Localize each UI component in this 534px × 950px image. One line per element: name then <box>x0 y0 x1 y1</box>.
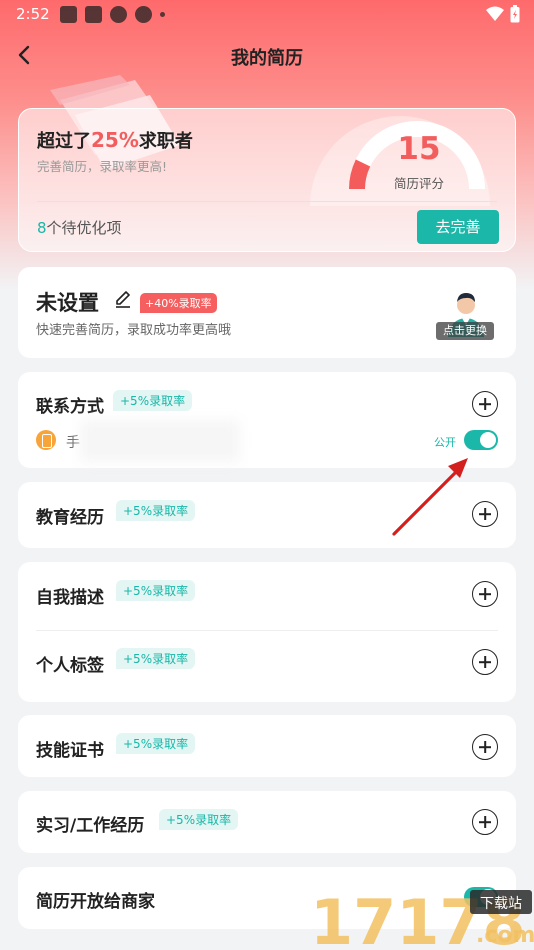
profile-rate-badge: +40%录取率 <box>140 293 217 313</box>
add-self-description-button[interactable] <box>472 581 498 607</box>
pending-label: 个待优化项 <box>46 219 122 237</box>
profile-name: 未设置 <box>36 291 99 315</box>
certificates-rate-badge: +5%录取率 <box>116 733 196 754</box>
education-title: 教育经历 <box>36 508 104 528</box>
blurred-phone <box>80 420 240 462</box>
notification-app-icon <box>135 6 152 23</box>
tags-rate-badge: +5%录取率 <box>116 648 196 669</box>
work-title: 实习/工作经历 <box>36 816 145 836</box>
site-watermark: 17178 下载站 .com <box>310 886 534 950</box>
open-to-merchants-title: 简历开放给商家 <box>36 892 155 912</box>
tags-title: 个人标签 <box>36 656 104 676</box>
profile-card[interactable]: 未设置 +40%录取率 快速完善简历，录取成功率更高哦 点击更换 <box>18 267 516 358</box>
notification-app-icon <box>60 6 77 23</box>
resume-score-label: 简历评分 <box>393 176 444 191</box>
contact-title: 联系方式 <box>36 397 104 417</box>
system-icons <box>486 5 520 23</box>
rank-percent: 25% <box>91 128 139 152</box>
rank-subtitle: 完善简历，录取率更高! <box>37 159 168 174</box>
work-rate-badge: +5%录取率 <box>159 809 239 830</box>
rank-suffix: 求职者 <box>138 131 193 152</box>
watermark-suffix: .com <box>476 923 534 948</box>
add-work-button[interactable] <box>472 809 498 835</box>
page-title: 我的简历 <box>231 48 303 69</box>
resume-score: 15 <box>397 131 441 167</box>
contact-rate-badge: +5%录取率 <box>113 390 193 411</box>
rank-prefix: 超过了 <box>37 131 91 152</box>
education-rate-badge: +5%录取率 <box>116 500 196 521</box>
notification-app-icon <box>85 6 102 23</box>
self-description-rate-badge: +5%录取率 <box>116 580 196 601</box>
toggle-knob <box>480 432 496 448</box>
self-description-title: 自我描述 <box>36 588 104 608</box>
notification-icons <box>60 6 165 23</box>
phone-icon <box>36 430 56 450</box>
divider <box>36 630 498 631</box>
rank-headline: 超过了25%求职者 <box>37 127 193 153</box>
edit-pencil-icon[interactable] <box>113 289 133 309</box>
public-label: 公开 <box>434 436 456 449</box>
status-time: 2:52 <box>16 5 50 23</box>
watermark-tag: 下载站 <box>480 896 522 912</box>
description-tags-card: 自我描述 +5%录取率 个人标签 +5%录取率 <box>18 562 516 702</box>
more-notifications-icon <box>160 12 165 17</box>
pending-count: 8 <box>37 219 47 237</box>
pending-items: 8个待优化项 <box>37 217 122 238</box>
resume-score-card: 超过了25%求职者 完善简历，录取率更高! 15 简历评分 8个待优化项 去完善 <box>18 108 516 252</box>
annotation-arrow <box>392 458 468 536</box>
certificates-card: 技能证书 +5%录取率 <box>18 715 516 777</box>
work-card: 实习/工作经历 +5%录取率 <box>18 791 516 853</box>
public-toggle[interactable] <box>464 430 498 450</box>
add-tags-button[interactable] <box>472 649 498 675</box>
certificates-title: 技能证书 <box>36 741 104 761</box>
add-certificates-button[interactable] <box>472 734 498 760</box>
profile-subtitle: 快速完善简历，录取成功率更高哦 <box>36 323 232 338</box>
wifi-icon <box>486 6 504 21</box>
add-contact-button[interactable] <box>472 391 498 417</box>
notification-app-icon <box>110 6 127 23</box>
complete-resume-button[interactable]: 去完善 <box>417 210 499 244</box>
change-avatar-label[interactable]: 点击更换 <box>436 322 494 340</box>
phone-number: 手 <box>66 435 80 451</box>
battery-icon <box>510 5 520 23</box>
status-bar: 2:52 <box>0 0 534 30</box>
divider <box>37 201 497 202</box>
